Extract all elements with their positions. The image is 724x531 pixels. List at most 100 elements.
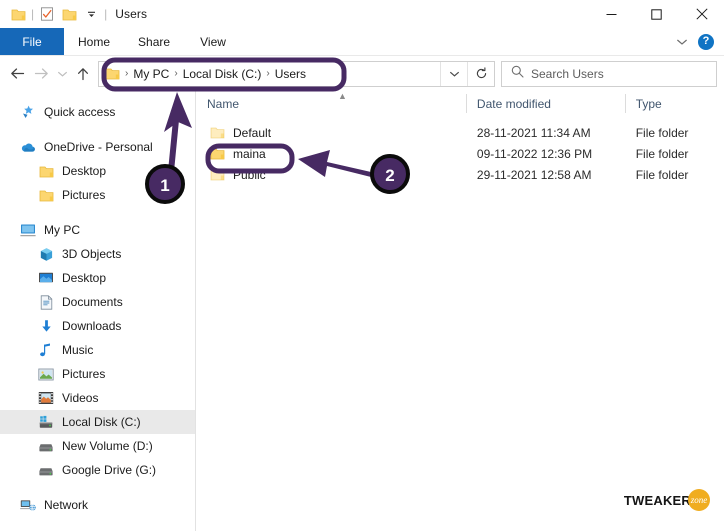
sidebar-item-videos[interactable]: Videos: [0, 386, 195, 410]
download-arrow-icon: [38, 318, 54, 334]
breadcrumb-item-users[interactable]: Users: [272, 67, 309, 81]
file-type-cell: File folder: [635, 146, 689, 161]
file-date-cell: 09-11-2022 12:36 PM: [476, 146, 593, 161]
column-header-name-label: Name: [207, 96, 240, 111]
tab-home[interactable]: Home: [64, 28, 124, 55]
table-row[interactable]: Public 29-11-2021 12:58 AM File folder: [196, 164, 724, 185]
back-arrow-icon[interactable]: [5, 61, 29, 87]
sidebar-item-my-pc[interactable]: My PC: [0, 218, 195, 242]
sidebar-item-label: Videos: [62, 391, 99, 405]
table-row[interactable]: maina 09-11-2022 12:36 PM File folder: [196, 143, 724, 164]
address-bar-row: › My PC › Local Disk (C:) › Users Search…: [0, 56, 724, 91]
breadcrumb-separator-2[interactable]: ›: [264, 68, 271, 79]
file-list-pane: Name ▲ Date modified Type Default 28-11-…: [196, 91, 724, 531]
video-icon: [38, 390, 54, 406]
sidebar-item-onedrive-desktop[interactable]: Desktop: [0, 159, 195, 183]
maximize-icon[interactable]: [634, 0, 679, 28]
sidebar-item-desktop[interactable]: Desktop: [0, 266, 195, 290]
sidebar-item-network[interactable]: Network: [0, 493, 195, 517]
ascending-caret-icon: ▲: [338, 91, 347, 101]
close-icon[interactable]: [679, 0, 724, 28]
file-rows: Default 28-11-2021 11:34 AM File folder: [196, 116, 724, 185]
breadcrumb-item-local-disk-c[interactable]: Local Disk (C:): [180, 67, 265, 81]
file-name-label: maina: [233, 146, 266, 161]
customize-qat-chevron-icon[interactable]: [80, 3, 102, 25]
sidebar-item-downloads[interactable]: Downloads: [0, 314, 195, 338]
file-name-cell[interactable]: Default: [196, 122, 466, 143]
star-pin-icon: [20, 104, 36, 120]
tab-file[interactable]: File: [0, 28, 64, 55]
ribbon-expand-chevron-down-icon[interactable]: [676, 33, 688, 51]
sidebar-item-onedrive-personal[interactable]: OneDrive - Personal: [0, 135, 195, 159]
breadcrumb-separator-1[interactable]: ›: [172, 68, 179, 79]
sidebar-item-label: Quick access: [44, 105, 116, 119]
search-icon: [511, 65, 524, 83]
help-icon[interactable]: ?: [698, 33, 714, 50]
file-type-cell: File folder: [635, 125, 689, 140]
sidebar-item-label: Downloads: [62, 319, 122, 333]
sidebar-item-label: Google Drive (G:): [62, 463, 157, 477]
sidebar-item-quick-access[interactable]: Quick access: [0, 100, 195, 124]
ribbon-tab-bar: File Home Share View ?: [0, 28, 724, 56]
sidebar-item-pictures[interactable]: Pictures: [0, 362, 195, 386]
refresh-icon[interactable]: [467, 61, 494, 86]
sidebar-item-onedrive-pictures[interactable]: Pictures: [0, 183, 195, 207]
breadcrumb-folder-icon: [103, 67, 123, 80]
file-name-cell[interactable]: Public: [196, 164, 466, 185]
sidebar-item-documents[interactable]: Documents: [0, 290, 195, 314]
sidebar-item-label: 3D Objects: [62, 247, 122, 261]
address-bar[interactable]: › My PC › Local Disk (C:) › Users: [98, 60, 495, 87]
folder-icon-faded: [210, 126, 226, 140]
sidebar-item-label: Local Disk (C:): [62, 415, 141, 429]
address-dropdown-chevron-down-icon[interactable]: [440, 61, 467, 86]
breadcrumb[interactable]: › My PC › Local Disk (C:) › Users: [99, 62, 440, 86]
column-header-type-label: Type: [635, 96, 662, 111]
ribbon-right-controls: ?: [676, 28, 720, 55]
table-row[interactable]: Default 28-11-2021 11:34 AM File folder: [196, 122, 724, 143]
tab-share[interactable]: Share: [124, 28, 184, 55]
column-header-date-modified[interactable]: Date modified: [465, 91, 625, 116]
sidebar-item-new-volume-d[interactable]: New Volume (D:): [0, 434, 195, 458]
sidebar-item-label: New Volume (D:): [62, 439, 153, 453]
folder-icon: [38, 187, 54, 203]
sidebar-item-music[interactable]: Music: [0, 338, 195, 362]
navigation-pane: Quick access OneDrive - Personal Desktop…: [0, 91, 196, 531]
sidebar-item-local-disk-c[interactable]: Local Disk (C:): [0, 410, 195, 434]
column-header-type[interactable]: Type: [624, 91, 724, 116]
music-note-icon: [38, 342, 54, 358]
sidebar-gap-3: [0, 482, 195, 493]
title-bar: | | Users: [0, 0, 724, 28]
minimize-icon[interactable]: [589, 0, 634, 28]
sidebar-item-label: Pictures: [62, 188, 106, 202]
column-header-name[interactable]: Name ▲: [196, 91, 466, 116]
up-arrow-icon[interactable]: [71, 61, 95, 87]
drive-icon: [38, 438, 54, 454]
file-name-label: Public: [233, 167, 266, 182]
sidebar-item-label: Documents: [62, 295, 123, 309]
qat-separator-2: |: [104, 7, 108, 21]
column-header-date-label: Date modified: [476, 96, 551, 111]
breadcrumb-item-my-pc[interactable]: My PC: [130, 67, 172, 81]
sidebar-gap-1: [0, 124, 195, 135]
file-date-cell: 28-11-2021 11:34 AM: [476, 125, 591, 140]
search-box[interactable]: Search Users: [501, 60, 717, 87]
monitor-icon: [20, 222, 36, 238]
tab-view[interactable]: View: [184, 28, 242, 55]
sidebar-item-google-drive-g[interactable]: Google Drive (G:): [0, 458, 195, 482]
cloud-icon: [20, 139, 36, 155]
file-type-cell: File folder: [635, 167, 689, 182]
watermark-text: TWEAKER: [623, 492, 691, 508]
folder-icon: [38, 163, 54, 179]
folder-icon[interactable]: [7, 3, 29, 25]
sidebar-item-3d-objects[interactable]: 3D Objects: [0, 242, 195, 266]
explorer-body: Quick access OneDrive - Personal Desktop…: [0, 91, 724, 531]
forward-arrow-icon: [29, 61, 53, 87]
file-name-cell-maina[interactable]: maina: [196, 143, 466, 164]
properties-checkmark-icon[interactable]: [36, 3, 58, 25]
new-folder-icon[interactable]: [58, 3, 80, 25]
recent-locations-chevron-down-icon[interactable]: [53, 61, 71, 87]
folder-icon: [210, 147, 226, 161]
sidebar-item-label: Pictures: [62, 367, 106, 381]
sidebar-item-label: OneDrive - Personal: [44, 140, 153, 154]
search-input[interactable]: Search Users: [531, 67, 604, 81]
